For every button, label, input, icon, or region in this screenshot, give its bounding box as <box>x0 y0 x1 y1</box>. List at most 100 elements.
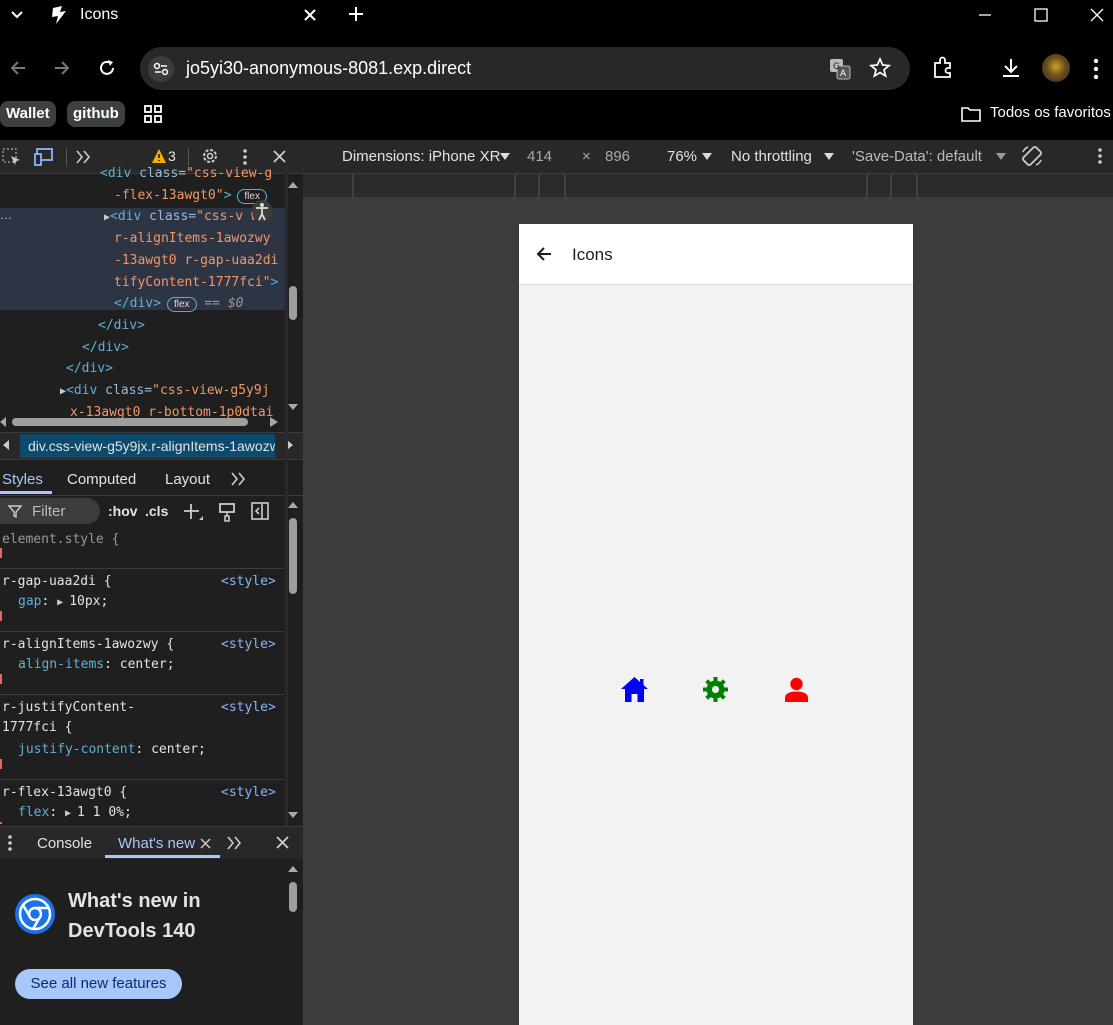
person-icon[interactable] <box>784 677 809 703</box>
css-value[interactable]: center; <box>151 742 206 757</box>
device-toggle-icon[interactable] <box>34 148 56 166</box>
style-rules-pane[interactable]: element.style { r-gap-uaa2di { <style> gap:… <box>0 528 285 824</box>
close-tab-icon[interactable] <box>302 7 318 23</box>
profile-avatar[interactable] <box>1042 54 1070 82</box>
minimize-icon[interactable] <box>976 6 994 24</box>
accessibility-icon[interactable] <box>252 200 272 222</box>
rule-selector[interactable]: element.style { <box>2 532 119 547</box>
translate-icon[interactable]: GA <box>828 57 852 81</box>
home-icon[interactable] <box>620 676 649 703</box>
tab-layout[interactable]: Layout <box>165 471 210 488</box>
width-input[interactable]: 414 <box>527 148 552 165</box>
extensions-icon[interactable] <box>931 56 955 80</box>
back-icon[interactable] <box>8 58 28 78</box>
maximize-icon[interactable] <box>1032 6 1050 24</box>
node-options-icon[interactable]: … <box>0 208 12 222</box>
styles-scrollbar[interactable] <box>288 500 298 822</box>
save-data-select[interactable]: 'Save-Data': default <box>852 148 982 165</box>
settings-gear-icon[interactable] <box>200 146 220 166</box>
dom-node-line[interactable]: </div> flex == $0 <box>114 296 244 313</box>
site-info-icon[interactable] <box>148 56 174 82</box>
rule-selector[interactable]: r-alignItems-1awozwy { <box>2 637 174 652</box>
tab-computed[interactable]: Computed <box>67 471 136 488</box>
rule-source-link[interactable]: <style> <box>221 700 276 715</box>
browser-menu-icon[interactable] <box>1092 57 1100 81</box>
reload-icon[interactable] <box>97 58 117 78</box>
tab-console[interactable]: Console <box>37 835 92 852</box>
bookmark-wallet[interactable]: Wallet <box>0 101 56 127</box>
style-declaration[interactable]: gap: ▶ 10px; <box>18 594 108 609</box>
rule-selector[interactable]: r-justifyContent- <box>2 700 135 715</box>
flex-badge[interactable]: flex <box>166 297 197 313</box>
throttling-select[interactable]: No throttling <box>731 148 812 165</box>
element-state-icon[interactable] <box>218 502 236 522</box>
style-declaration[interactable]: flex: ▶ 1 1 0%; <box>18 805 132 820</box>
rule-source-link[interactable]: <style> <box>221 785 276 800</box>
forward-icon[interactable] <box>52 58 72 78</box>
zoom-select[interactable]: 76% <box>667 148 697 165</box>
close-whats-new-icon[interactable] <box>200 838 211 849</box>
bookmark-github[interactable]: github <box>67 101 125 127</box>
css-value[interactable]: 1 1 0%; <box>77 805 132 820</box>
dom-node-line[interactable]: <div class="css-view-g <box>100 166 272 181</box>
dom-node-line[interactable]: -flex-13awgt0"> flex <box>114 188 267 204</box>
css-value[interactable]: 10px; <box>69 594 108 609</box>
rule-source-link[interactable]: <style> <box>221 637 276 652</box>
all-bookmarks-label[interactable]: Todos os favoritos <box>990 104 1111 121</box>
css-property[interactable]: align-items <box>18 657 104 672</box>
more-side-tabs-icon[interactable] <box>230 471 246 487</box>
download-icon[interactable] <box>999 56 1023 80</box>
bookmark-star-icon[interactable] <box>869 57 891 79</box>
arrow-back-icon[interactable] <box>534 244 554 264</box>
settings-icon[interactable] <box>702 676 729 703</box>
apps-grid-icon[interactable] <box>143 104 163 124</box>
inspect-element-icon[interactable] <box>2 148 22 166</box>
rule-source-link[interactable]: <style> <box>221 574 276 589</box>
toggle-sidebar-icon[interactable] <box>251 502 269 520</box>
dom-node-line[interactable]: </div> <box>66 361 113 376</box>
device-toolbar-menu-icon[interactable] <box>1096 147 1104 165</box>
cls-toggle[interactable]: .cls <box>145 503 168 519</box>
throttling-dropdown-icon[interactable] <box>824 153 834 161</box>
zoom-dropdown-icon[interactable] <box>702 153 712 161</box>
tab-whats-new[interactable]: What's new <box>118 835 195 852</box>
dom-node-line[interactable]: -13awgt0 r-gap-uaa2di <box>114 253 278 268</box>
tab-title[interactable]: Icons <box>80 6 118 24</box>
close-drawer-icon[interactable] <box>275 835 290 850</box>
breadcrumb[interactable]: div.css-view-g5y9jx.r-alignItems-1awozwy <box>20 434 275 458</box>
height-input[interactable]: 896 <box>605 148 630 165</box>
expand-shorthand-icon[interactable]: ▶ <box>57 597 69 608</box>
dom-node-line[interactable]: </div> <box>98 318 145 333</box>
tab-search-chevron-icon[interactable] <box>10 8 24 22</box>
warning-icon[interactable] <box>151 148 167 164</box>
rotate-icon[interactable] <box>1020 144 1044 168</box>
rule-selector[interactable]: r-gap-uaa2di { <box>2 574 112 589</box>
hov-toggle[interactable]: :hov <box>108 503 138 519</box>
expand-shorthand-icon[interactable]: ▶ <box>65 808 77 819</box>
new-rule-icon[interactable] <box>182 502 204 524</box>
css-value[interactable]: center; <box>120 657 175 672</box>
css-property[interactable]: gap <box>18 594 41 609</box>
style-declaration[interactable]: justify-content: center; <box>18 742 206 757</box>
dom-node-line[interactable]: tifyContent-1777fci"> <box>114 275 278 290</box>
css-property[interactable]: justify-content <box>18 742 135 757</box>
close-devtools-icon[interactable] <box>272 149 287 164</box>
drawer-menu-icon[interactable] <box>6 834 14 852</box>
more-tabs-icon[interactable] <box>75 149 91 165</box>
device-dimensions-select[interactable]: Dimensions: iPhone XR <box>342 148 500 165</box>
dom-node-line[interactable]: ▶<div class="css-view-g5y9j <box>60 383 270 398</box>
media-query-ruler[interactable] <box>303 174 1113 198</box>
crumb-left-icon[interactable] <box>3 440 11 450</box>
style-declaration[interactable]: align-items: center; <box>18 657 175 672</box>
dom-node-line[interactable]: r-alignItems-1awozwy <box>114 231 271 246</box>
css-property[interactable]: flex <box>18 805 49 820</box>
new-tab-icon[interactable] <box>347 5 365 23</box>
elements-hscrollbar[interactable] <box>0 416 285 428</box>
see-all-features-button[interactable]: See all new features <box>15 969 182 999</box>
elements-scrollbar[interactable] <box>288 180 298 412</box>
dom-node-line[interactable]: </div> <box>82 340 129 355</box>
devtools-menu-icon[interactable] <box>241 148 249 166</box>
elements-tree[interactable]: <div class="css-view-g -flex-13awgt0"> fle… <box>0 166 285 420</box>
dom-node-line[interactable]: ▶<div class="css-v w- <box>104 209 267 224</box>
drawer-scrollbar[interactable] <box>288 862 298 1022</box>
